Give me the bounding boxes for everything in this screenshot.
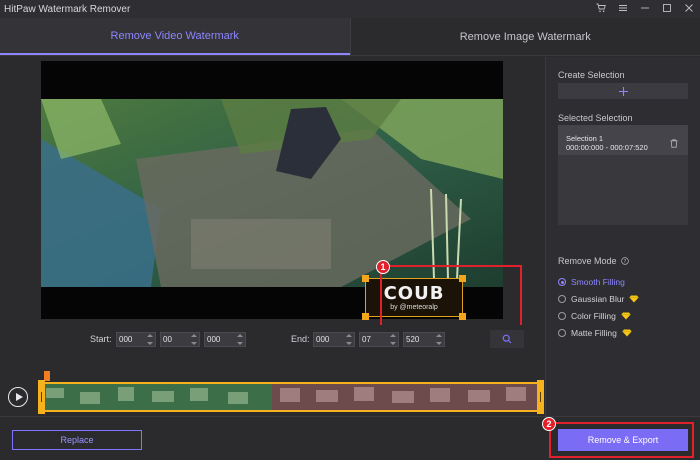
selection-panel: Create Selection Selected Selection Sele… [545,57,700,416]
create-selection-label: Create Selection [558,70,625,80]
radio-unselected[interactable] [558,312,566,320]
help-icon[interactable]: ? [621,257,629,265]
gem-icon [622,329,632,337]
end-millis-input[interactable]: 520 [403,332,445,347]
gem-icon [629,295,639,303]
title-bar: HitPaw Watermark Remover [0,0,700,18]
callout-badge-two: 2 [542,417,556,431]
resize-handle-top-left[interactable] [362,275,369,282]
mode-option-gaussian-blur[interactable]: Gaussian Blur [558,293,639,305]
window-controls [596,2,694,14]
stepper-arrows [346,334,352,345]
gem-icon [621,312,631,320]
radio-unselected[interactable] [558,295,566,303]
stepper-arrows [436,334,442,345]
mode-option-smooth-filling[interactable]: Smooth Filling [558,276,625,288]
resize-handle-bottom-left[interactable] [362,313,369,320]
timeline-trim-handle-left[interactable] [38,380,45,414]
maximize-icon[interactable] [662,2,672,14]
selection-item[interactable]: Selection 1 000:00:000 - 000:07:520 [558,125,688,155]
stepper-arrows [147,334,153,345]
mode-option-color-filling[interactable]: Color Filling [558,310,631,322]
selection-list: Selection 1 000:00:000 - 000:07:520 [558,125,688,225]
tab-remove-video-watermark[interactable]: Remove Video Watermark [0,18,350,55]
tab-remove-image-watermark[interactable]: Remove Image Watermark [349,18,700,55]
end-minutes-input[interactable]: 000 [313,332,355,347]
start-label: Start: [90,334,112,344]
end-label: End: [291,334,310,344]
window-title: HitPaw Watermark Remover [4,3,131,15]
minimize-icon[interactable] [640,2,650,14]
trash-icon[interactable] [670,135,678,153]
cart-icon[interactable] [596,2,606,14]
time-range-row: Start: 000 00 000 End: 000 07 520 [0,325,544,353]
selection-name: Selection 1 [566,134,604,143]
selection-range: 000:00:000 - 000:07:520 [566,143,648,152]
add-selection-button[interactable] [558,83,688,99]
close-icon[interactable] [684,2,694,14]
radio-unselected[interactable] [558,329,566,337]
search-icon [502,334,512,344]
mode-tabs: Remove Video Watermark Remove Image Wate… [0,18,700,56]
start-seconds-input[interactable]: 00 [160,332,200,347]
replace-button[interactable]: Replace [12,430,142,450]
app-window: HitPaw Watermark Remover Remove Video Wa… [0,0,700,460]
play-button[interactable] [8,387,28,407]
end-seconds-input[interactable]: 07 [359,332,399,347]
bottom-bar: Replace Remove & Export 2 [0,416,700,460]
mode-option-matte-filling[interactable]: Matte Filling [558,327,632,339]
stepper-arrows [390,334,396,345]
remove-mode-label: Remove Mode ? [558,256,629,266]
play-icon [15,393,23,401]
timeline [0,353,544,415]
timeline-frame-strip[interactable] [38,382,544,412]
selected-selection-label: Selected Selection [558,113,633,123]
video-preview-area: COUB by @meteoralp 1 [0,57,544,335]
video-scene-image [41,99,503,287]
radio-selected[interactable] [558,278,566,286]
menu-icon[interactable] [618,2,628,14]
search-button[interactable] [490,330,524,348]
start-millis-input[interactable]: 000 [204,332,246,347]
svg-text:?: ? [624,259,627,265]
callout-highlight-export [549,422,694,458]
stepper-arrows [191,334,197,345]
timeline-trim-handle-right[interactable] [537,380,544,414]
start-minutes-input[interactable]: 000 [116,332,156,347]
plus-icon [618,86,628,96]
stepper-arrows [237,334,243,345]
callout-badge-one: 1 [376,260,390,274]
video-thumbnail-strip [40,384,542,410]
